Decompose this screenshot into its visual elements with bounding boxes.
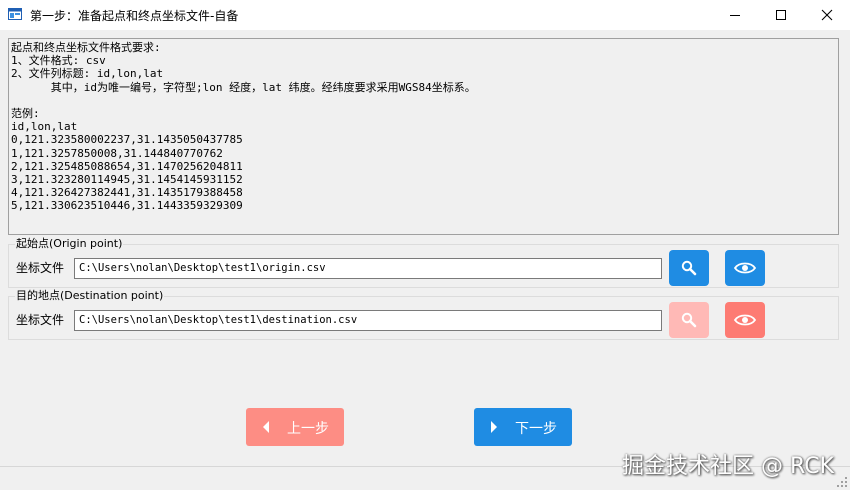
- title-bar: 第一步：准备起点和终点坐标文件-自备: [0, 0, 850, 30]
- info-line: id,lon,lat: [11, 120, 78, 134]
- format-instructions-textbox[interactable]: 起点和终点坐标文件格式要求: 1、文件格式: csv 2、文件列标题: id,l…: [8, 38, 839, 235]
- next-step-label: 下一步: [515, 421, 557, 437]
- destination-group: 目的地点(Destination point) 坐标文件 C:\Users\no…: [8, 289, 839, 340]
- search-icon: [681, 312, 697, 328]
- origin-file-label: 坐标文件: [16, 261, 65, 275]
- resize-grip-icon[interactable]: [836, 476, 848, 488]
- app-window: 第一步：准备起点和终点坐标文件-自备 起点和终点坐标文件格式要求: 1、文件格式…: [0, 0, 850, 490]
- info-line: 1、文件格式: csv: [11, 54, 106, 68]
- info-line: 3,121.323280114945,31.1454145931152: [11, 172, 243, 186]
- caret-right-icon: [491, 421, 497, 433]
- origin-view-button[interactable]: [725, 250, 765, 286]
- minimize-icon: [730, 15, 740, 16]
- destination-browse-button[interactable]: [669, 302, 709, 338]
- previous-step-label: 上一步: [287, 421, 329, 437]
- close-icon: [821, 9, 833, 21]
- app-icon: [8, 8, 22, 20]
- close-button[interactable]: [804, 0, 850, 30]
- destination-file-label: 坐标文件: [16, 313, 65, 327]
- info-line: 1,121.3257850008,31.144840770762: [11, 146, 223, 160]
- info-line: [11, 94, 836, 107]
- destination-group-legend: 目的地点(Destination point): [15, 289, 165, 303]
- maximize-button[interactable]: [758, 0, 804, 30]
- info-line: 范例:: [11, 106, 40, 120]
- info-line: 0,121.323580002237,31.1435050437785: [11, 133, 243, 147]
- origin-browse-button[interactable]: [669, 250, 709, 286]
- info-line: 起点和终点坐标文件格式要求:: [11, 41, 161, 54]
- window-title: 第一步：准备起点和终点坐标文件-自备: [30, 9, 239, 23]
- info-line: 其中，id为唯一编号，字符型;lon 经度，lat 纬度。经纬度要求采用WGS8…: [11, 80, 476, 94]
- minimize-button[interactable]: [712, 0, 758, 30]
- info-line: 4,121.326427382441,31.1435179388458: [11, 186, 243, 200]
- watermark: 掘金技术社区 @ RCK: [622, 454, 834, 479]
- origin-group-legend: 起始点(Origin point): [15, 237, 124, 251]
- info-line: 2、文件列标题: id,lon,lat: [11, 67, 164, 81]
- origin-path-input[interactable]: C:\Users\nolan\Desktop\test1\origin.csv: [74, 258, 662, 279]
- previous-step-button[interactable]: 上一步: [246, 408, 344, 446]
- next-step-button[interactable]: 下一步: [474, 408, 572, 446]
- caret-left-icon: [263, 421, 269, 433]
- search-icon: [681, 260, 697, 276]
- eye-icon: [734, 314, 756, 326]
- eye-icon: [734, 262, 756, 274]
- info-line: 5,121.330623510446,31.1443359329309: [11, 199, 243, 213]
- destination-path-input[interactable]: C:\Users\nolan\Desktop\test1\destination…: [74, 310, 662, 331]
- maximize-icon: [776, 10, 786, 20]
- origin-group: 起始点(Origin point) 坐标文件 C:\Users\nolan\De…: [8, 237, 839, 288]
- destination-view-button[interactable]: [725, 302, 765, 338]
- info-line: 2,121.325485088654,31.1470256204811: [11, 159, 243, 173]
